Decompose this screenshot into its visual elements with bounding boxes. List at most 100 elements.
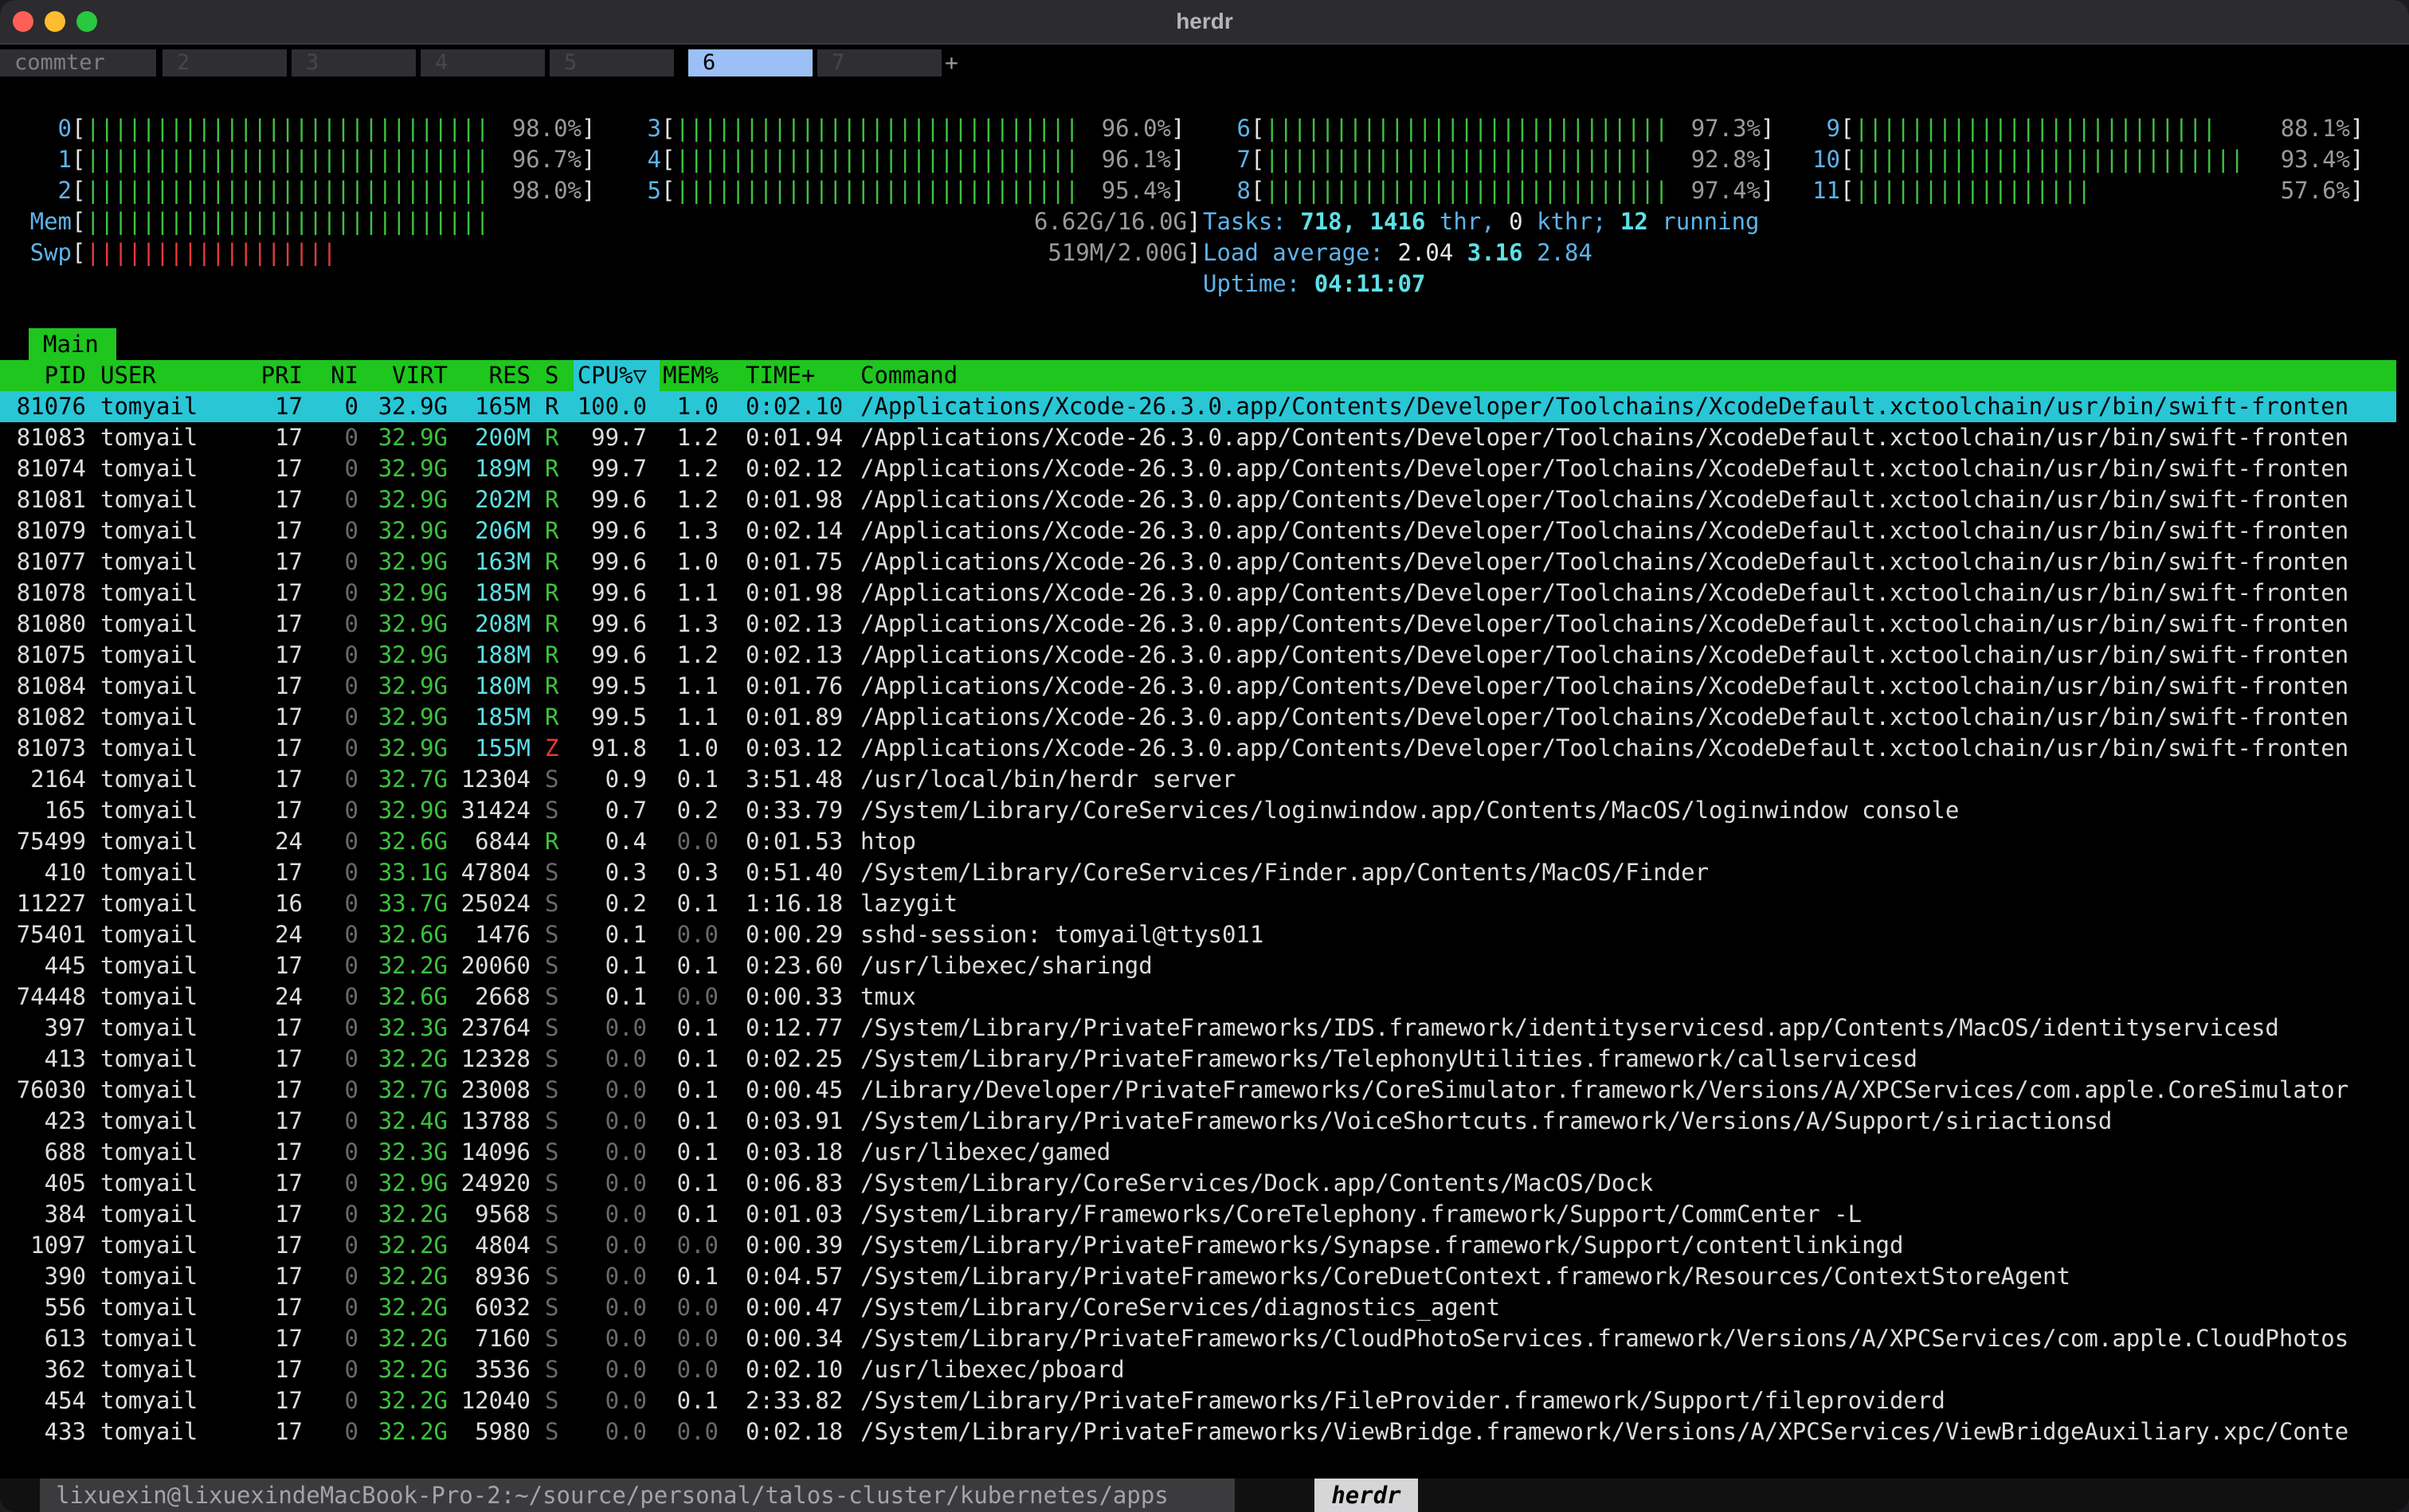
process-row[interactable]: 433 tomyail 17 0 32.2G 5980 S 0.0 0.0 0:02.18/Sys… [0,1416,2396,1447]
process-row[interactable]: 81084 tomyail 17 0 32.9G 180M R 99.5 1.1 0:01.76 /… [0,671,2396,702]
process-time: 0:01.89 [746,703,844,731]
tab-6[interactable]: 6 [688,49,813,76]
process-row[interactable]: 81076 tomyail 17 0 32.9G 165M R 100.0 1.0 0:02.10… [0,391,2396,422]
process-row[interactable]: 75499 tomyail 24 0 32.6G 6844 R 0.4 0.0 0:01.53 ht… [0,826,2396,857]
bracket-open: [ [72,208,86,235]
process-res: 189M [475,455,531,482]
process-pid: 384 [44,1201,86,1228]
process-row[interactable]: 81074 tomyail 17 0 32.9G 189M R 99.7 1.2 0:02.12 /… [0,453,2396,484]
process-user: tomyail [100,734,198,762]
close-window-button[interactable] [13,11,33,32]
process-row[interactable]: 81081 tomyail 17 0 32.9G 202M R 99.6 1.2 0:01.98 /… [0,484,2396,515]
process-res: 7160 [475,1325,531,1352]
process-state: S [545,766,559,793]
column-virt[interactable]: VIRT [371,360,448,391]
process-row[interactable]: 75401 tomyail 24 0 32.6G 1476 S 0.1 0.0 0:00.29 ss… [0,919,2396,950]
process-time: 0:06.83 [746,1169,844,1197]
column-cpu[interactable]: CPU%▽ [574,360,647,391]
process-pid: 688 [44,1138,86,1165]
tmux-session[interactable]: herdr [1314,1479,1418,1512]
process-row[interactable]: 454 tomyail 17 0 32.2G 12040 S 0.0 0.1 2:33.82/Sy… [0,1385,2396,1416]
column-mem[interactable]: MEM% [658,360,719,391]
maximize-window-button[interactable] [76,11,97,32]
process-virt: 32.2G [378,1045,448,1072]
uptime-label: Uptime: [1203,270,1301,297]
tab-commter[interactable]: commter [0,49,156,76]
process-row[interactable]: 81080 tomyail 17 0 32.9G 208M R 99.6 1.3 0:02.13 /… [0,609,2396,640]
process-state: S [545,952,559,979]
column-time[interactable]: TIME+ [746,360,815,391]
process-row[interactable]: 81073 tomyail 17 0 32.9G 155M Z 91.8 1.0 0:03.12 /… [0,733,2396,764]
column-pri[interactable]: PRI [239,360,303,391]
column-ni[interactable]: NI [319,360,358,391]
load-part: Load average: [1203,239,1384,266]
process-row[interactable]: 81077 tomyail 17 0 32.9G 163M R 99.6 1.0 0:01.75 /… [0,546,2396,578]
tab-7[interactable]: 7 [817,49,942,76]
process-row[interactable]: 11227 tomyail 16 0 33.7G 25024 S 0.2 0.1 1:16.18 l… [0,888,2396,919]
process-ni: 0 [344,455,358,482]
process-row[interactable]: 74448 tomyail 24 0 32.6G 2668 S 0.1 0.0 0:00.33 tm… [0,981,2396,1013]
process-time: 0:00.29 [746,921,844,948]
column-res[interactable]: RES [451,360,531,391]
process-pid: 81080 [16,610,86,637]
process-pid: 413 [44,1045,86,1072]
process-row[interactable]: 390 tomyail 17 0 32.2G 8936 S 0.0 0.1 0:04.57/Sys… [0,1261,2396,1292]
process-row[interactable]: 81082 tomyail 17 0 32.9G 185M R 99.5 1.1 0:01.89 /… [0,702,2396,733]
process-pid: 613 [44,1325,86,1352]
process-row[interactable]: 405 tomyail 17 0 32.9G 24920 S 0.0 0.1 0:06.83/Sy… [0,1168,2396,1199]
column-pid[interactable]: PID [0,360,86,391]
cpu-label: 9 [1826,115,1840,142]
process-user: tomyail [100,828,198,855]
process-time: 0:01.98 [746,486,844,513]
process-res: 47804 [460,859,531,886]
process-row[interactable]: 165 tomyail 17 0 32.9G 31424 S 0.7 0.2 0:33.79/Sy… [0,795,2396,826]
tab-main[interactable]: Main [29,328,116,360]
process-mem: 0.3 [676,859,719,886]
tab-3[interactable]: 3 [292,49,416,76]
tab-5[interactable]: 5 [550,49,674,76]
process-time: 0:02.13 [746,641,844,668]
process-command: /Library/Developer/PrivateFrameworks/Cor… [860,1076,2349,1103]
process-row[interactable]: 613 tomyail 17 0 32.2G 7160 S 0.0 0.0 0:00.34/Sys… [0,1323,2396,1354]
swp-bar: |||||||||||||||||| [86,239,337,266]
process-state: R [545,703,559,731]
column-command[interactable]: Command [860,360,2396,391]
process-row[interactable]: 81079 tomyail 17 0 32.9G 206M R 99.6 1.3 0:02.14 /… [0,515,2396,546]
process-user: tomyail [100,1201,198,1228]
process-ni: 0 [344,1232,358,1259]
process-pri: 17 [275,1387,303,1414]
process-row[interactable]: 410 tomyail 17 0 33.1G 47804 S 0.3 0.3 0:51.40/Sy… [0,857,2396,888]
column-user[interactable]: USER [100,360,156,391]
process-row[interactable]: 384 tomyail 17 0 32.2G 9568 S 0.0 0.1 0:01.03/Sys… [0,1199,2396,1230]
process-row[interactable]: 556 tomyail 17 0 32.2G 6032 S 0.0 0.0 0:00.47/Sys… [0,1292,2396,1323]
tab-4[interactable]: 4 [421,49,545,76]
process-row[interactable]: 397 tomyail 17 0 32.3G 23764 S 0.0 0.1 0:12.77/Sy… [0,1013,2396,1044]
process-pid: 81079 [16,517,86,544]
process-state: S [545,1014,559,1041]
process-row[interactable]: 81083 tomyail 17 0 32.9G 200M R 99.7 1.2 0:01.94 /… [0,422,2396,453]
tab-2[interactable]: 2 [163,49,287,76]
process-row[interactable]: 413 tomyail 17 0 32.2G 12328 S 0.0 0.1 0:02.25/Sy… [0,1044,2396,1075]
uptime: Uptime: 04:11:07 [1203,268,1425,300]
process-row[interactable]: 2164 tomyail 17 0 32.7G 12304 S 0.9 0.1 3:51.48/u… [0,764,2396,795]
process-row[interactable]: 76030 tomyail 17 0 32.7G 23008 S 0.0 0.1 0:00.45 /… [0,1075,2396,1106]
process-command: /Applications/Xcode-26.3.0.app/Contents/… [860,579,2349,606]
mem-label: Mem [29,208,72,235]
process-row[interactable]: 81075 tomyail 17 0 32.9G 188M R 99.6 1.2 0:02.13 /… [0,640,2396,671]
process-row[interactable]: 81078 tomyail 17 0 32.9G 185M R 99.6 1.1 0:01.98 /… [0,578,2396,609]
column-s[interactable]: S [545,360,558,391]
process-ni: 0 [344,486,358,513]
process-pri: 17 [275,797,303,824]
process-command: /Applications/Xcode-26.3.0.app/Contents/… [860,734,2349,762]
process-pid: 81076 [16,393,86,420]
process-row[interactable]: 423 tomyail 17 0 32.4G 13788 S 0.0 0.1 0:03.91/Sy… [0,1106,2396,1137]
process-row[interactable]: 688 tomyail 17 0 32.3G 14096 S 0.0 0.1 0:03.18/us… [0,1137,2396,1168]
process-ni: 0 [344,1294,358,1321]
process-virt: 32.2G [378,1232,448,1259]
process-res: 206M [475,517,531,544]
new-tab-button[interactable]: + [945,49,958,76]
process-row[interactable]: 362 tomyail 17 0 32.2G 3536 S 0.0 0.0 0:02.10/usr… [0,1354,2396,1385]
process-row[interactable]: 445 tomyail 17 0 32.2G 20060 S 0.1 0.1 0:23.60/us… [0,950,2396,981]
process-row[interactable]: 1097 tomyail 17 0 32.2G 4804 S 0.0 0.0 0:00.39/Sy… [0,1230,2396,1261]
minimize-window-button[interactable] [45,11,65,32]
